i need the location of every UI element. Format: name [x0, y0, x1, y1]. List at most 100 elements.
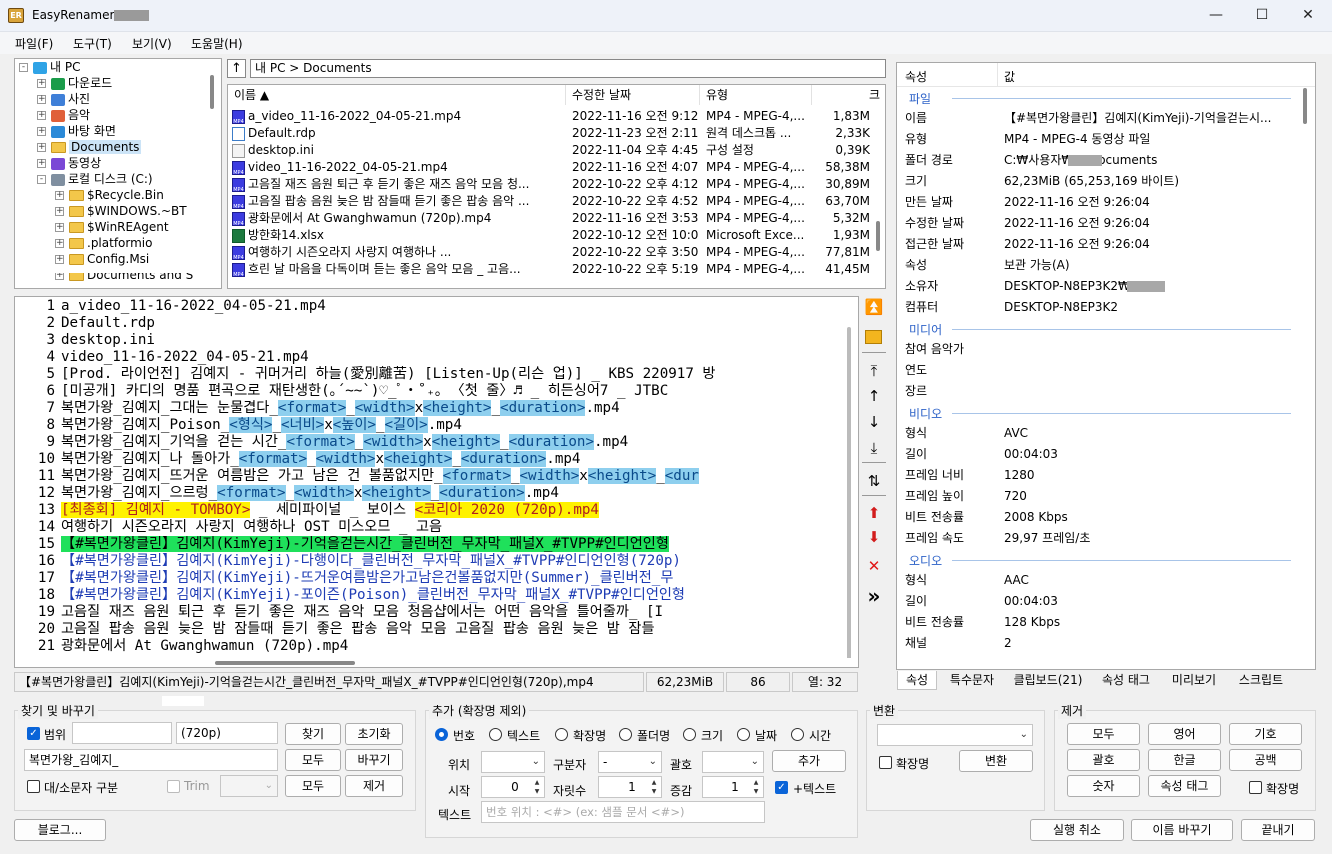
replace-input[interactable]: 복면가왕_김예지_ [24, 749, 278, 771]
folder-tree[interactable]: - 내 PC + 다운로드 + 사진 + 음악 + 바탕 화면 + Documents + 동영상 - 로컬 … [14, 58, 222, 289]
file-row[interactable]: MP4 광화문에서 At Gwanghwamun (720p).mp4 2022-1… [228, 210, 885, 227]
position-select[interactable]: ⌄ [481, 751, 545, 773]
file-row[interactable]: MP4 흐린 날 마음을 다독이며 듣는 좋은 음악 모음 _ 고음... 2022… [228, 261, 885, 278]
convert-button[interactable]: 변환 [959, 750, 1033, 772]
editor-hscroll[interactable] [215, 661, 355, 665]
file-row[interactable]: MP4 video_11-16-2022_04-05-21.mp4 2022-11-… [228, 159, 885, 176]
collapse-icon[interactable]: - [19, 63, 28, 72]
tab-3[interactable]: 속성 태그 [1094, 671, 1158, 690]
swap-icon[interactable]: ⇅ [864, 471, 884, 491]
trim-checkbox[interactable] [167, 780, 180, 793]
rename-editor[interactable]: 1 a_video_11-16-2022_04-05-21.mp4 2 Default… [14, 296, 859, 668]
remove-all-chars-button[interactable]: 모두 [1067, 723, 1140, 745]
expand-icon[interactable]: + [55, 207, 64, 216]
tab-1[interactable]: 특수문자 [942, 671, 1002, 690]
convert-ext-checkbox[interactable] [879, 756, 892, 769]
prop-row[interactable]: 비트 전송률 128 Kbps [897, 612, 1315, 633]
file-row[interactable]: 방한화14.xlsx 2022-10-12 오전 10:09 Microsoft E… [228, 227, 885, 244]
expand-icon[interactable]: + [37, 95, 46, 104]
move-up-icon[interactable]: ↑ [864, 386, 884, 406]
prop-row[interactable]: 프레임 너비 1280 [897, 465, 1315, 486]
editor-line[interactable]: 5 [Prod. 라이언전] 김예지 - 귀머거리 하늘(愛別離苦) [Liste… [15, 366, 845, 383]
prop-row[interactable]: 프레임 높이 720 [897, 486, 1315, 507]
expand-icon[interactable]: + [37, 127, 46, 136]
prop-row[interactable]: 길이 00:04:03 [897, 444, 1315, 465]
prop-row[interactable]: 참여 음악가 [897, 339, 1315, 360]
remove-korean-button[interactable]: 한글 [1148, 749, 1221, 771]
remove-button[interactable]: 제거 [345, 775, 403, 797]
prop-row[interactable]: 길이 00:04:03 [897, 591, 1315, 612]
prop-row[interactable]: 연도 [897, 360, 1315, 381]
menu-file[interactable]: 파일(F) [15, 35, 53, 52]
radio-6[interactable] [791, 728, 804, 741]
column-size[interactable]: 크 [812, 85, 885, 105]
prop-row[interactable]: 접근한 날짜 2022-11-16 오전 9:26:04 [897, 234, 1315, 255]
expand-icon[interactable]: + [55, 223, 64, 232]
editor-line[interactable]: 14 여행하기 시즌오라지 사랑지 여행하나 OST 미스오므 _ 고음 [15, 519, 845, 536]
prop-row[interactable]: 비트 전송률 2008 Kbps [897, 507, 1315, 528]
open-folder-icon[interactable] [865, 330, 882, 344]
editor-line[interactable]: 13 [최종회] 김예지 - TOMBOY> _ 세미파이널 _ 보이스 <코리아… [15, 502, 845, 519]
prop-row[interactable]: 유형 MP4 - MPEG-4 동영상 파일 [897, 129, 1315, 150]
expand-icon[interactable]: + [55, 239, 64, 248]
prop-scrollbar[interactable] [1303, 88, 1307, 124]
editor-line[interactable]: 12 복면가왕_김예지_으르렁_<format>_<width>x<height>… [15, 485, 845, 502]
prop-row[interactable]: 소유자 DESKTOP-N8EP3K2₩ [897, 276, 1315, 297]
move-to-top-icon[interactable]: ⤒ [864, 361, 884, 381]
text-input[interactable]: 번호 위치 : <#> (ex: 샘플 문서 <#>) [481, 801, 765, 823]
rename-button[interactable]: 이름 바꾸기 [1131, 819, 1233, 841]
digits-spinner[interactable]: 1 ▲ ▼ [598, 776, 662, 798]
editor-line[interactable]: 10 복면가왕_김예지_나 돌아가_<format>_<width>x<heigh… [15, 451, 845, 468]
range-checkbox[interactable]: ✓ [27, 727, 40, 740]
radio-0[interactable] [435, 728, 448, 741]
add-button[interactable]: 추가 [772, 750, 846, 772]
menu-view[interactable]: 보기(V) [132, 35, 172, 52]
expand-icon[interactable]: + [37, 79, 46, 88]
editor-line[interactable]: 18 【#복면가왕클린】김예지(KimYeji)-포이즌(Poison)_클린버전… [15, 587, 845, 604]
file-row[interactable]: desktop.ini 2022-11-04 오후 4:45 구성 설정 0,39K [228, 142, 885, 159]
prop-row[interactable]: 수정한 날짜 2022-11-16 오전 9:26:04 [897, 213, 1315, 234]
replace-all-button[interactable]: 모두 [285, 749, 341, 771]
prop-row[interactable]: 폴더 경로 C:₩사용자₩ ₩Documents [897, 150, 1315, 171]
file-row[interactable]: Default.rdp 2022-11-23 오전 2:11 원격 데스크톱 ...… [228, 125, 885, 142]
up-folder-button[interactable]: ↑ [227, 59, 246, 78]
find-button[interactable]: 찾기 [285, 723, 341, 745]
prop-row[interactable]: 이름 【#복면가왕클린】김예지(KimYeji)-기억을걷는시... [897, 108, 1315, 129]
column-name[interactable]: 이름 ▲ [228, 85, 566, 105]
menu-tools[interactable]: 도구(T) [73, 35, 112, 52]
case-checkbox[interactable] [27, 780, 40, 793]
maximize-button[interactable]: ☐ [1239, 0, 1285, 32]
tree-scrollbar[interactable] [210, 75, 214, 109]
tab-5[interactable]: 스크립트 [1231, 671, 1291, 690]
tab-4[interactable]: 미리보기 [1162, 671, 1226, 690]
move-down-icon[interactable]: ↓ [864, 412, 884, 432]
file-row[interactable]: MP4 a_video_11-16-2022_04-05-21.mp4 2022-1… [228, 108, 885, 125]
remove-english-button[interactable]: 영어 [1148, 723, 1221, 745]
editor-line[interactable]: 4 video_11-16-2022_04-05-21.mp4 [15, 349, 845, 366]
reset-button[interactable]: 초기화 [345, 723, 403, 745]
blog-button[interactable]: 블로그... [14, 819, 106, 841]
editor-line[interactable]: 1 a_video_11-16-2022_04-05-21.mp4 [15, 298, 845, 315]
expand-icon[interactable]: + [55, 255, 64, 264]
tab-2[interactable]: 클립보드(21) [1007, 671, 1089, 690]
collapse-icon[interactable]: - [37, 175, 46, 184]
replace-button[interactable]: 바꾸기 [345, 749, 403, 771]
editor-line[interactable]: 21 광화문에서 At Gwanghwamun (720p).mp4 [15, 638, 845, 655]
prop-row[interactable]: 크기 62,23MiB (65,253,169 바이트) [897, 171, 1315, 192]
file-row[interactable]: MP4 여행하기 시즌오라지 사랑지 여행하나 ... 2022-10-22 오후 … [228, 244, 885, 261]
prop-row[interactable]: 속성 보관 가능(A) [897, 255, 1315, 276]
convert-select[interactable]: ⌄ [877, 724, 1033, 746]
range-input[interactable] [72, 722, 172, 744]
editor-line[interactable]: 17 【#복면가왕클린】김예지(KimYeji)-뜨거운여름밤은가고남은건볼품없지… [15, 570, 845, 587]
expand-icon[interactable]: + [37, 111, 46, 120]
remove-ext-checkbox[interactable] [1249, 781, 1262, 794]
move-to-bottom-icon[interactable]: ⤓ [864, 438, 884, 458]
editor-line[interactable]: 8 복면가왕_김예지_Poison_<형식>_<너비>x<높이>_<길이>.mp4 [15, 417, 845, 434]
more-icon[interactable]: » [864, 586, 884, 606]
start-spinner[interactable]: 0 ▲ ▼ [481, 776, 545, 798]
step-spinner[interactable]: 1 ▲ ▼ [702, 776, 764, 798]
file-row[interactable]: MP4 고음질 재즈 음원 퇴근 후 듣기 좋은 재즈 음악 모음 청... 202… [228, 176, 885, 193]
editor-line[interactable]: 2 Default.rdp [15, 315, 845, 332]
bracket-select[interactable]: ⌄ [702, 751, 764, 773]
expand-icon[interactable]: + [55, 191, 64, 200]
